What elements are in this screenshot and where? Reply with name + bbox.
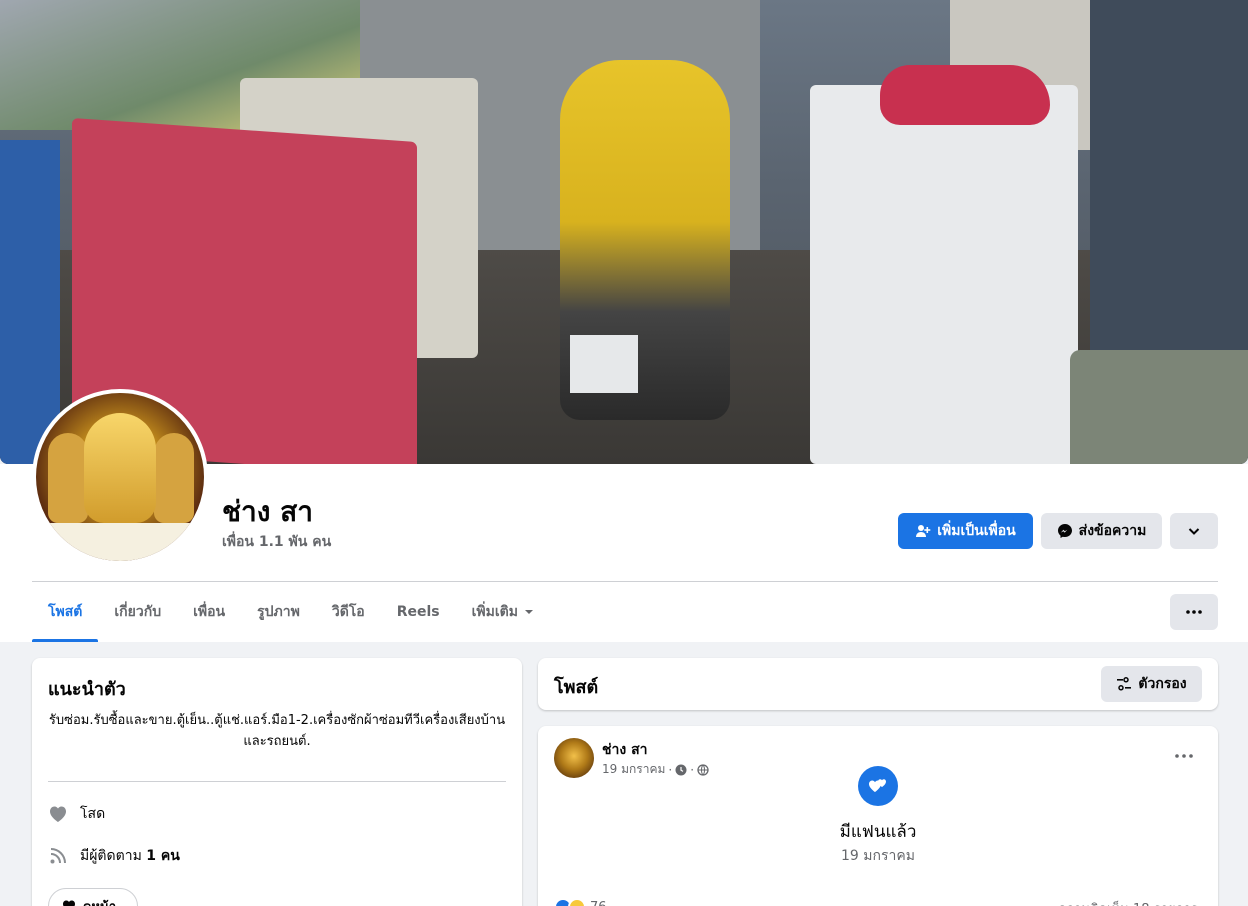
profile-options-button[interactable]	[1170, 513, 1218, 549]
cover-photo[interactable]	[0, 0, 1248, 464]
post-date[interactable]: 19 มกราคม	[602, 760, 665, 779]
reaction-count: 76	[590, 900, 607, 906]
relationship-heart-icon	[858, 766, 898, 806]
tabs-overflow-button[interactable]	[1170, 594, 1218, 630]
cover-detail	[0, 140, 60, 464]
profile-avatar[interactable]	[32, 389, 208, 565]
tab-reels[interactable]: Reels	[381, 582, 456, 642]
cover-detail	[1070, 350, 1248, 464]
tab-label: โพสต์	[48, 604, 83, 620]
tab-more[interactable]: เพิ่มเติม	[456, 582, 550, 642]
meta-separator: ·	[668, 762, 673, 777]
post-options-button[interactable]	[1168, 742, 1200, 770]
tab-label: เพิ่มเติม	[471, 604, 518, 620]
intro-divider	[48, 781, 506, 782]
posts-header-card: โพสต์ ตัวกรอง	[538, 658, 1218, 710]
add-friend-icon	[916, 525, 931, 537]
intro-title: แนะนำตัว	[48, 679, 126, 700]
tab-friends[interactable]: เพื่อน	[177, 582, 241, 642]
cover-detail	[880, 65, 1050, 125]
avatar-detail	[36, 523, 204, 561]
ellipsis-icon	[1186, 610, 1202, 614]
followers-text[interactable]: มีผู้ติดตาม 1 คน	[80, 845, 180, 867]
cover-detail	[810, 85, 1078, 464]
post-author-name[interactable]: ช่าง สา	[602, 739, 647, 761]
meta-separator: ·	[690, 762, 695, 777]
post-author-avatar[interactable]	[554, 738, 594, 778]
tab-posts[interactable]: โพสต์	[32, 582, 99, 642]
intro-bio: รับซ่อม.รับซื้อและขาย.ตู้เย็น..ตู้แช่.แอ…	[48, 713, 506, 749]
tab-label: รูปภาพ	[257, 604, 300, 620]
cover-detail	[570, 335, 638, 393]
globe-icon[interactable]	[697, 763, 709, 776]
rss-icon	[50, 848, 66, 864]
caret-down-icon	[524, 610, 533, 614]
add-friend-label: เพิ่มเป็นเพื่อน	[937, 523, 1016, 539]
filter-icon	[1117, 677, 1132, 691]
profile-name: ช่าง สา	[222, 495, 313, 528]
avatar-detail	[84, 413, 156, 523]
message-label: ส่งข้อความ	[1078, 523, 1147, 539]
tab-label: วิดีโอ	[331, 604, 365, 620]
relationship-row: โสด	[48, 803, 105, 825]
life-event-date: 19 มกราคม	[841, 848, 915, 864]
hearts-icon	[869, 779, 886, 792]
tab-photos[interactable]: รูปภาพ	[241, 582, 316, 642]
intro-action-button[interactable]: ดูหน้า	[48, 888, 138, 906]
clock-icon	[675, 764, 687, 775]
ellipsis-icon	[1175, 754, 1193, 758]
haha-reaction-icon	[568, 898, 586, 906]
tab-label: Reels	[396, 604, 440, 620]
tab-label: เพื่อน	[193, 604, 226, 620]
message-button[interactable]: ส่งข้อความ	[1041, 513, 1162, 549]
tab-videos[interactable]: วิดีโอ	[316, 582, 381, 642]
filter-label: ตัวกรอง	[1138, 676, 1187, 692]
intro-action-label: ดูหน้า	[83, 896, 116, 906]
tab-about[interactable]: เกี่ยวกับ	[98, 582, 177, 642]
add-friend-button[interactable]: เพิ่มเป็นเพื่อน	[898, 513, 1033, 549]
avatar-detail	[48, 433, 88, 523]
comment-count[interactable]: ความคิดเห็น 18 รายการ	[1058, 898, 1198, 906]
post-meta: 19 มกราคม · ·	[602, 760, 709, 779]
profile-tabs: โพสต์ เกี่ยวกับ เพื่อน รูปภาพ วิดีโอ Ree…	[32, 582, 550, 642]
avatar-image	[36, 393, 204, 561]
life-event-title: มีแฟนแล้ว	[839, 822, 917, 842]
messenger-icon	[1057, 524, 1072, 538]
followers-prefix: มีผู้ติดตาม	[80, 848, 147, 864]
friends-count[interactable]: เพื่อน 1.1 พัน คน	[222, 531, 331, 553]
avatar-detail	[154, 433, 194, 523]
followers-row: มีผู้ติดตาม 1 คน	[48, 845, 180, 867]
reaction-summary[interactable]: 76	[554, 898, 607, 906]
followers-count: 1 คน	[146, 848, 180, 864]
intro-card: แนะนำตัว รับซ่อม.รับซื้อและขาย.ตู้เย็น..…	[32, 658, 522, 906]
intro-action-icon	[63, 900, 75, 906]
filter-button[interactable]: ตัวกรอง	[1101, 666, 1202, 702]
posts-title: โพสต์	[554, 677, 599, 698]
relationship-status: โสด	[80, 806, 106, 822]
post-card: ช่าง สา 19 มกราคม · · มีแฟนแล้ว 19 มกราค…	[538, 726, 1218, 906]
tab-label: เกี่ยวกับ	[114, 604, 162, 620]
heart-icon	[50, 806, 66, 822]
chevron-down-icon	[1188, 528, 1200, 535]
